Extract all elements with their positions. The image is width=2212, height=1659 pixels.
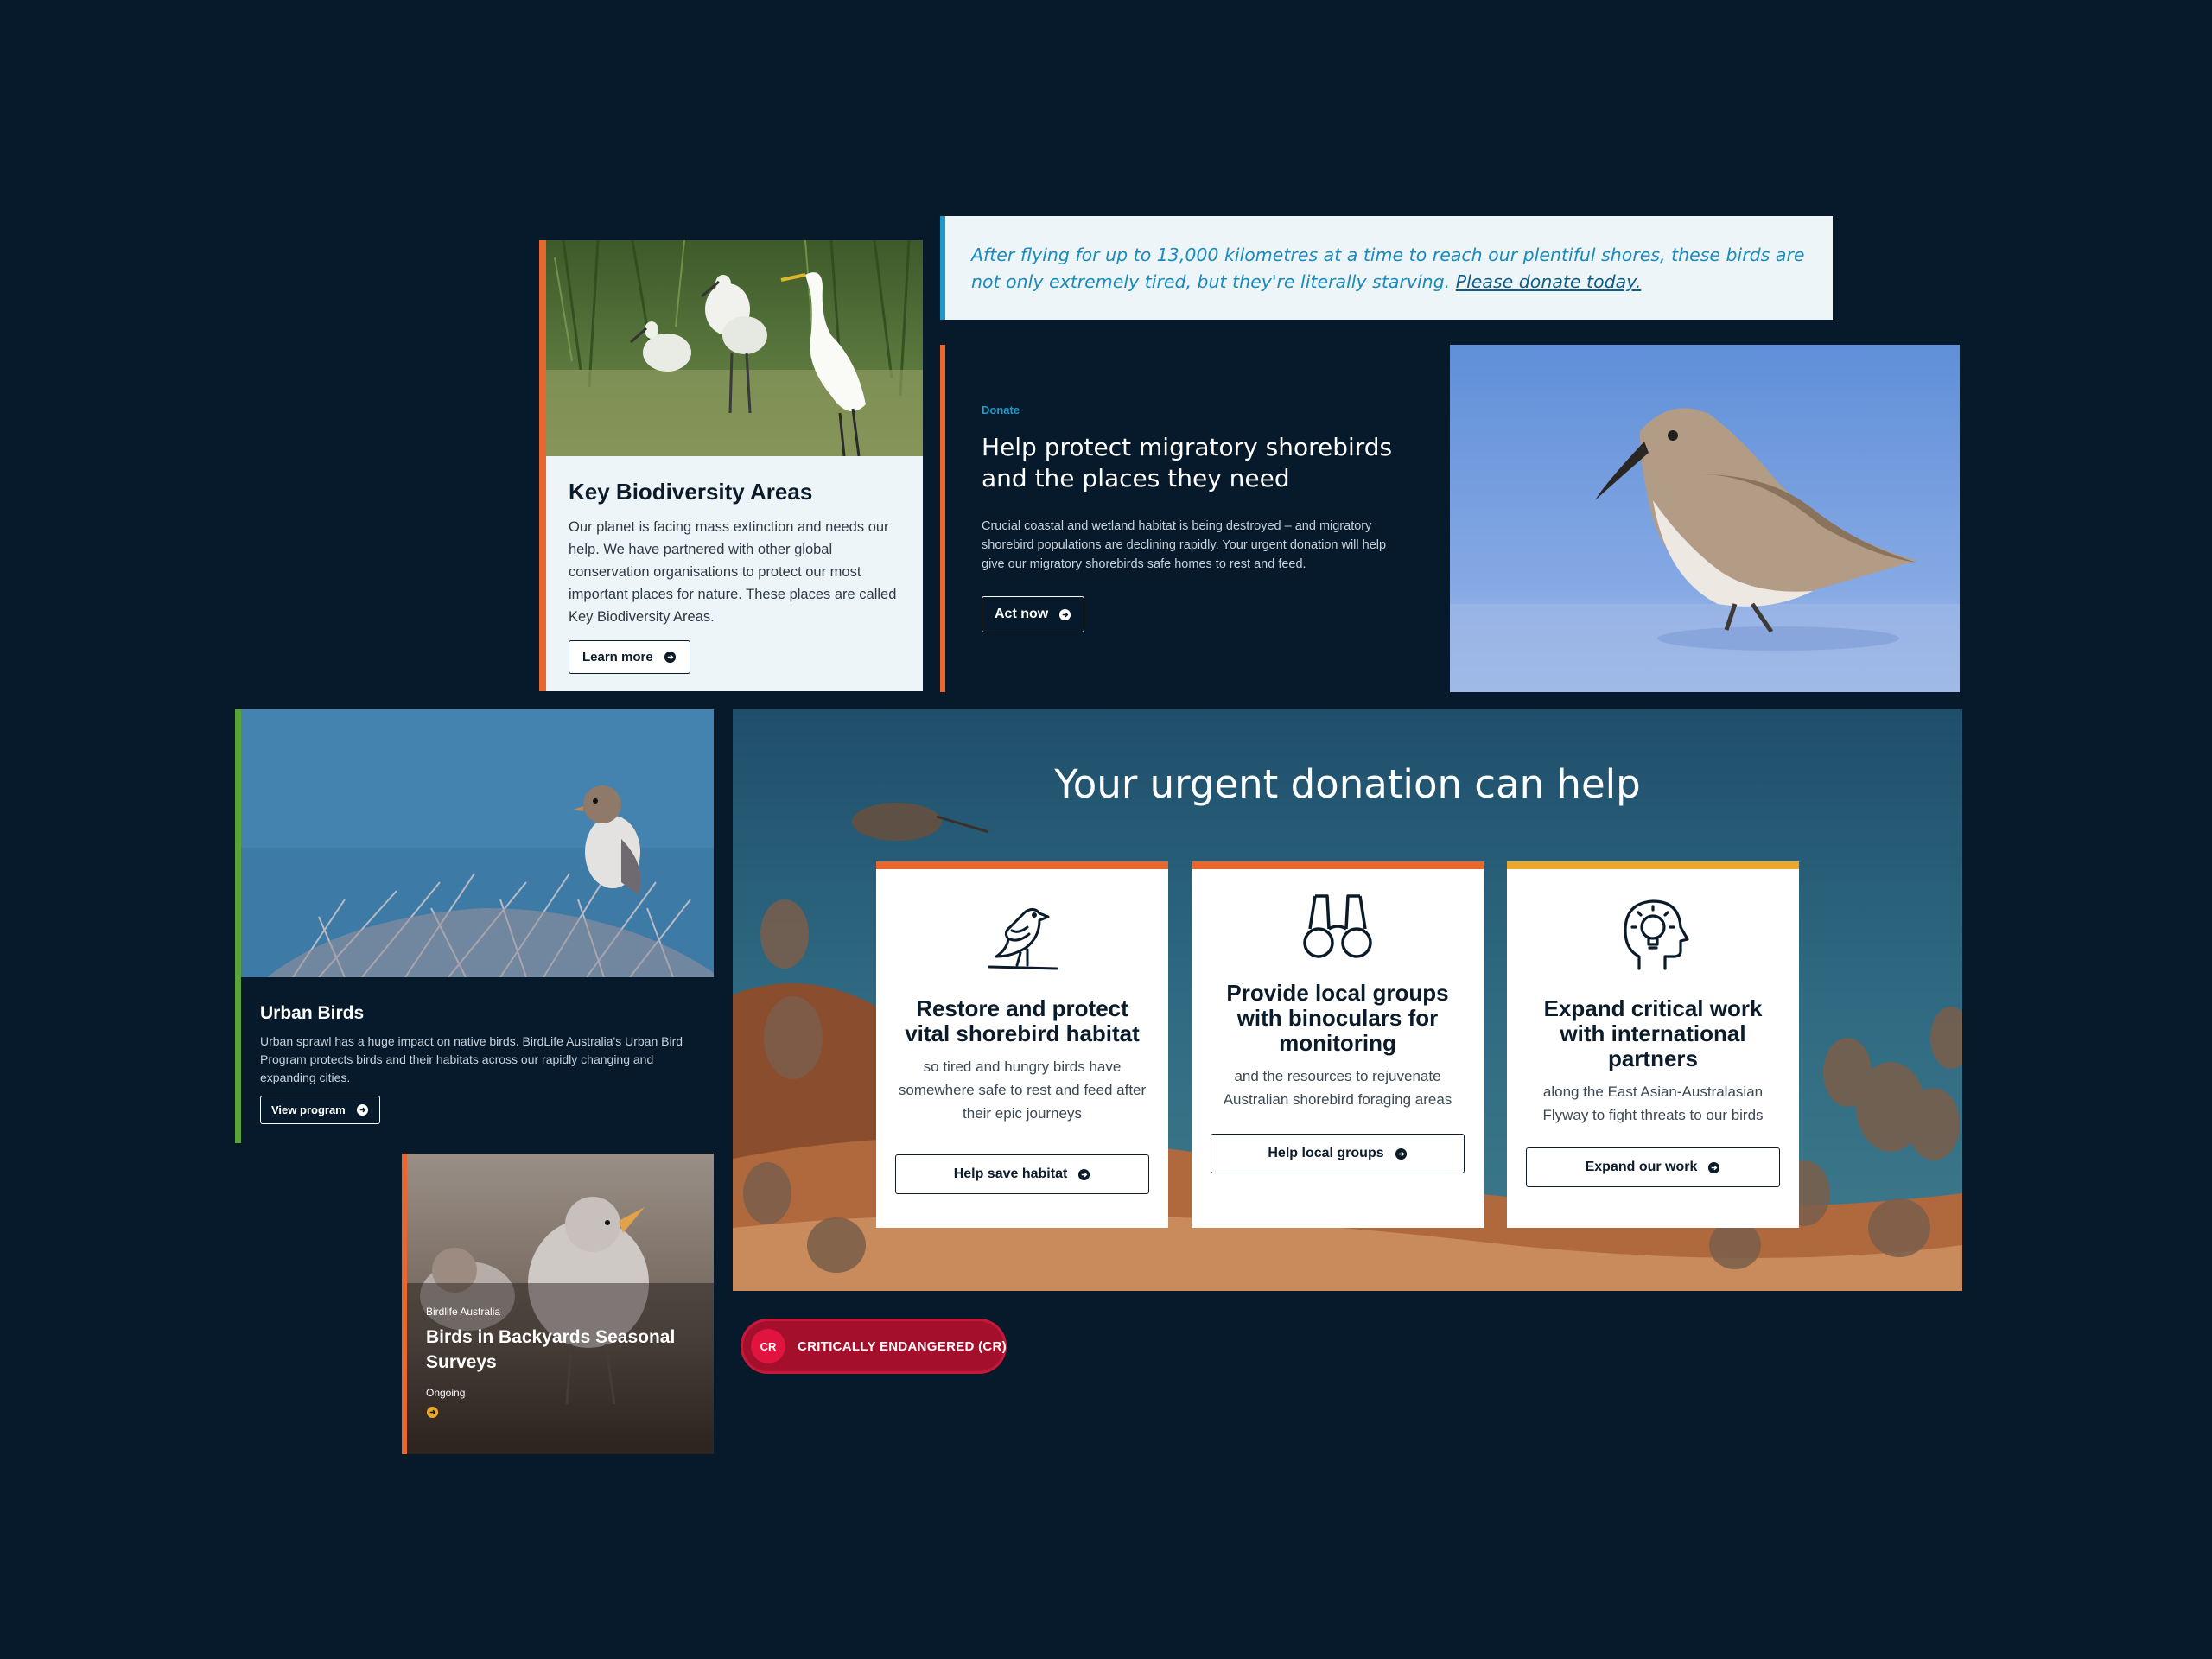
binoculars-description: and the resources to rejuvenate Australi…: [1223, 1068, 1452, 1108]
arrow-circle-icon: [664, 651, 677, 664]
idea-head-icon: [1608, 889, 1698, 979]
help-save-habitat-button[interactable]: Help save habitat: [895, 1154, 1149, 1194]
urban-birds-title: Urban Birds: [260, 1003, 365, 1023]
bird-icon: [977, 889, 1067, 979]
backyards-title: Birds in Backyards Seasonal Surveys: [426, 1327, 676, 1372]
quote-banner: After flying for up to 13,000 kilometres…: [940, 216, 1833, 320]
arrow-circle-icon[interactable]: [426, 1406, 439, 1419]
help-local-groups-button[interactable]: Help local groups: [1211, 1134, 1465, 1173]
card-accent-bar: [876, 861, 1168, 869]
binoculars-card: Provide local groups with binoculars for…: [1192, 861, 1484, 1228]
help-save-habitat-label: Help save habitat: [953, 1166, 1068, 1181]
card-accent-bar: [1192, 861, 1484, 869]
donate-today-link[interactable]: Please donate today.: [1456, 271, 1642, 292]
habitat-description: so tired and hungry birds have somewhere…: [898, 1058, 1147, 1122]
status-label: CRITICALLY ENDANGERED (CR): [798, 1338, 1007, 1354]
kba-description: Our planet is facing mass extinction and…: [569, 519, 897, 625]
view-program-label: View program: [271, 1103, 346, 1116]
arrow-circle-icon: [1395, 1147, 1408, 1160]
act-now-button[interactable]: Act now: [982, 596, 1085, 632]
kba-card: Key Biodiversity Areas Our planet is fac…: [539, 240, 923, 691]
partners-title: Expand critical work with international …: [1543, 995, 1763, 1071]
quote-text: After flying for up to 13,000 kilometres…: [971, 245, 1805, 292]
backyards-org: Birdlife Australia: [426, 1306, 501, 1318]
arrow-circle-icon: [1077, 1168, 1090, 1181]
view-program-button[interactable]: View program: [260, 1096, 380, 1124]
urban-birds-card: Urban Birds Urban sprawl has a huge impa…: [235, 709, 714, 1143]
habitat-card: Restore and protect vital shorebird habi…: [876, 861, 1168, 1228]
spoonbills-egret-photo: [546, 240, 923, 456]
backyards-card[interactable]: Birdlife Australia Birds in Backyards Se…: [402, 1154, 714, 1454]
learn-more-button[interactable]: Learn more: [569, 640, 690, 674]
act-now-label: Act now: [995, 607, 1049, 621]
binoculars-title: Provide local groups with binoculars for…: [1226, 980, 1449, 1056]
binoculars-icon: [1293, 886, 1382, 963]
status-code: CR: [751, 1329, 785, 1363]
habitat-title: Restore and protect vital shorebird habi…: [905, 995, 1140, 1046]
expand-our-work-button[interactable]: Expand our work: [1526, 1147, 1780, 1187]
status-badge: CR CRITICALLY ENDANGERED (CR): [741, 1319, 1007, 1374]
fairy-wren-on-shrub-photo: [241, 709, 714, 977]
partners-card: Expand critical work with international …: [1507, 861, 1799, 1228]
donate-heading: Help protect migratory shorebirds and th…: [982, 433, 1393, 493]
learn-more-label: Learn more: [582, 650, 653, 664]
partners-description: along the East Asian-Australasian Flyway…: [1542, 1084, 1764, 1123]
arrow-circle-icon: [1707, 1161, 1720, 1174]
urgent-donation-section: Your urgent donation can help Restore an…: [733, 709, 1962, 1291]
backyards-status: Ongoing: [426, 1387, 466, 1399]
sandpiper-photo: [1450, 345, 1960, 692]
arrow-circle-icon: [356, 1103, 369, 1116]
card-accent-bar: [1507, 861, 1799, 869]
urban-birds-description: Urban sprawl has a huge impact on native…: [260, 1034, 683, 1084]
expand-our-work-label: Expand our work: [1585, 1160, 1698, 1174]
help-local-groups-label: Help local groups: [1268, 1146, 1384, 1160]
donate-body: Crucial coastal and wetland habitat is b…: [982, 519, 1387, 571]
arrow-circle-icon: [1058, 608, 1071, 621]
kba-title: Key Biodiversity Areas: [569, 479, 813, 505]
urgent-heading: Your urgent donation can help: [1054, 761, 1641, 807]
donate-kicker: Donate: [982, 404, 1020, 416]
donate-section: Donate Help protect migratory shorebirds…: [940, 345, 1441, 692]
